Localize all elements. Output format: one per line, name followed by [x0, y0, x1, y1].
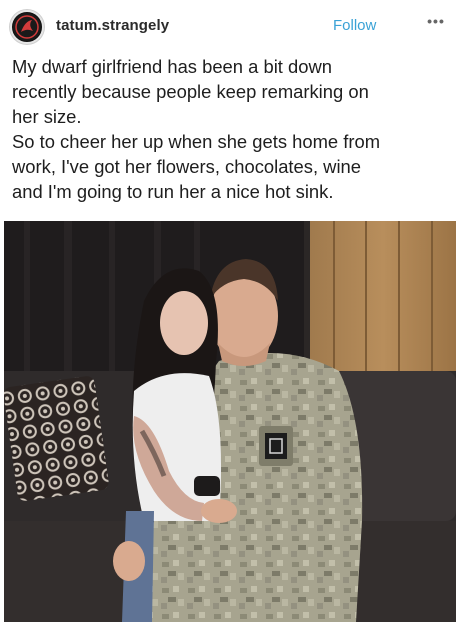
avatar[interactable]: [10, 10, 44, 44]
caption-line: work, I've got her flowers, chocolates, …: [12, 156, 362, 177]
profile-logo-icon: [13, 13, 41, 41]
couple-photo-illustration: [4, 221, 456, 622]
post-caption: My dwarf girlfriend has been a bit down …: [12, 54, 450, 204]
caption-line: My dwarf girlfriend has been a bit down: [12, 56, 332, 77]
post-photo: [4, 221, 456, 622]
post-card: tatum.strangely Follow ••• My dwarf girl…: [0, 0, 460, 622]
post-header: tatum.strangely Follow •••: [0, 0, 460, 52]
caption-line: So to cheer her up when she gets home fr…: [12, 131, 381, 152]
caption-line: and I'm going to run her a nice hot sink…: [12, 181, 334, 202]
follow-button[interactable]: Follow: [333, 17, 376, 34]
caption-line: her size.: [12, 106, 82, 127]
caption-line: recently because people keep remarking o…: [12, 81, 369, 102]
more-options-icon[interactable]: •••: [424, 14, 448, 28]
username[interactable]: tatum.strangely: [56, 17, 169, 34]
